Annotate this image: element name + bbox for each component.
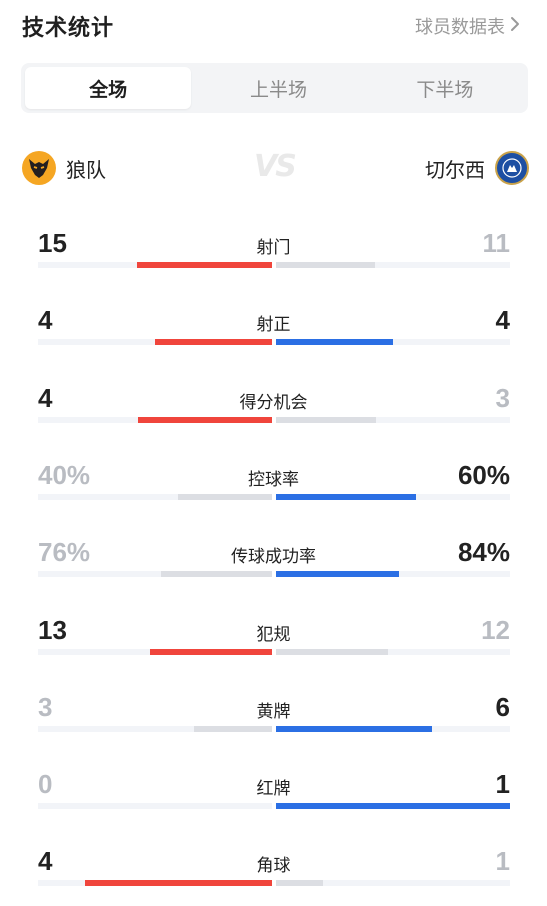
away-stat-value: 3 [495, 383, 510, 413]
away-team[interactable]: 切尔西 [425, 151, 529, 185]
page-title: 技术统计 [22, 16, 115, 41]
away-stat-bar [276, 494, 416, 500]
away-stat-bar [276, 339, 393, 345]
home-stat-bar [137, 262, 272, 268]
home-stat-bar [161, 571, 272, 577]
chelsea-logo-icon [495, 151, 529, 185]
period-tabs: 全场 上半场 下半场 [21, 63, 528, 113]
away-stat-value: 1 [495, 769, 510, 799]
away-stat-value: 12 [481, 615, 510, 645]
away-stat-bar [276, 417, 376, 423]
header: 技术统计 球员数据表 [0, 0, 547, 50]
player-stats-link-label: 球员数据表 [415, 17, 505, 38]
tab-full-match[interactable]: 全场 [25, 67, 192, 109]
home-stat-bar [178, 494, 272, 500]
stat-label: 射门 [256, 238, 291, 258]
stat-row: 4 得分机会 3 [0, 383, 547, 443]
stat-row: 76% 传球成功率 84% [0, 537, 547, 597]
stat-row: 4 角球 1 [0, 846, 547, 906]
home-bar-track [38, 803, 272, 809]
stat-row: 3 黄牌 6 [0, 692, 547, 752]
stat-label: 角球 [256, 856, 291, 876]
vs-label: VS [254, 149, 297, 184]
home-stat-bar [150, 649, 272, 655]
stat-row: 13 犯规 12 [0, 615, 547, 675]
stat-row: 0 红牌 1 [0, 769, 547, 829]
home-team[interactable]: 狼队 [22, 151, 106, 185]
away-stat-bar [276, 803, 510, 809]
stat-row: 4 射正 4 [0, 305, 547, 365]
away-stat-bar [276, 571, 399, 577]
tab-first-half[interactable]: 上半场 [195, 63, 361, 113]
away-stat-value: 6 [495, 692, 510, 722]
stat-label: 得分机会 [239, 393, 308, 413]
stat-label: 黄牌 [256, 702, 291, 722]
away-team-name: 切尔西 [425, 157, 485, 182]
tab-second-half[interactable]: 下半场 [362, 63, 528, 113]
home-stat-bar [194, 726, 272, 732]
wolves-logo-icon [22, 151, 56, 185]
stat-label: 犯规 [256, 625, 291, 645]
away-stat-value: 4 [495, 305, 510, 335]
chevron-right-icon [509, 15, 521, 38]
home-stat-bar [138, 417, 272, 423]
away-stat-value: 1 [495, 846, 510, 876]
away-stat-value: 11 [482, 228, 511, 258]
stat-row: 40% 控球率 60% [0, 460, 547, 520]
away-stat-value: 84% [457, 537, 510, 567]
stat-row: 15 射门 11 [0, 228, 547, 288]
away-stat-value: 60% [457, 460, 510, 490]
away-stat-bar [276, 649, 388, 655]
home-team-name: 狼队 [66, 157, 106, 182]
home-stat-bar [85, 880, 272, 886]
home-stat-bar [155, 339, 272, 345]
away-stat-bar [276, 880, 323, 886]
away-stat-bar [276, 262, 375, 268]
teams-row: 狼队 VS 切尔西 [0, 145, 547, 191]
stat-label: 红牌 [256, 779, 291, 799]
player-stats-link[interactable]: 球员数据表 [415, 13, 521, 39]
stat-label: 射正 [256, 315, 291, 335]
away-stat-bar [276, 726, 432, 732]
